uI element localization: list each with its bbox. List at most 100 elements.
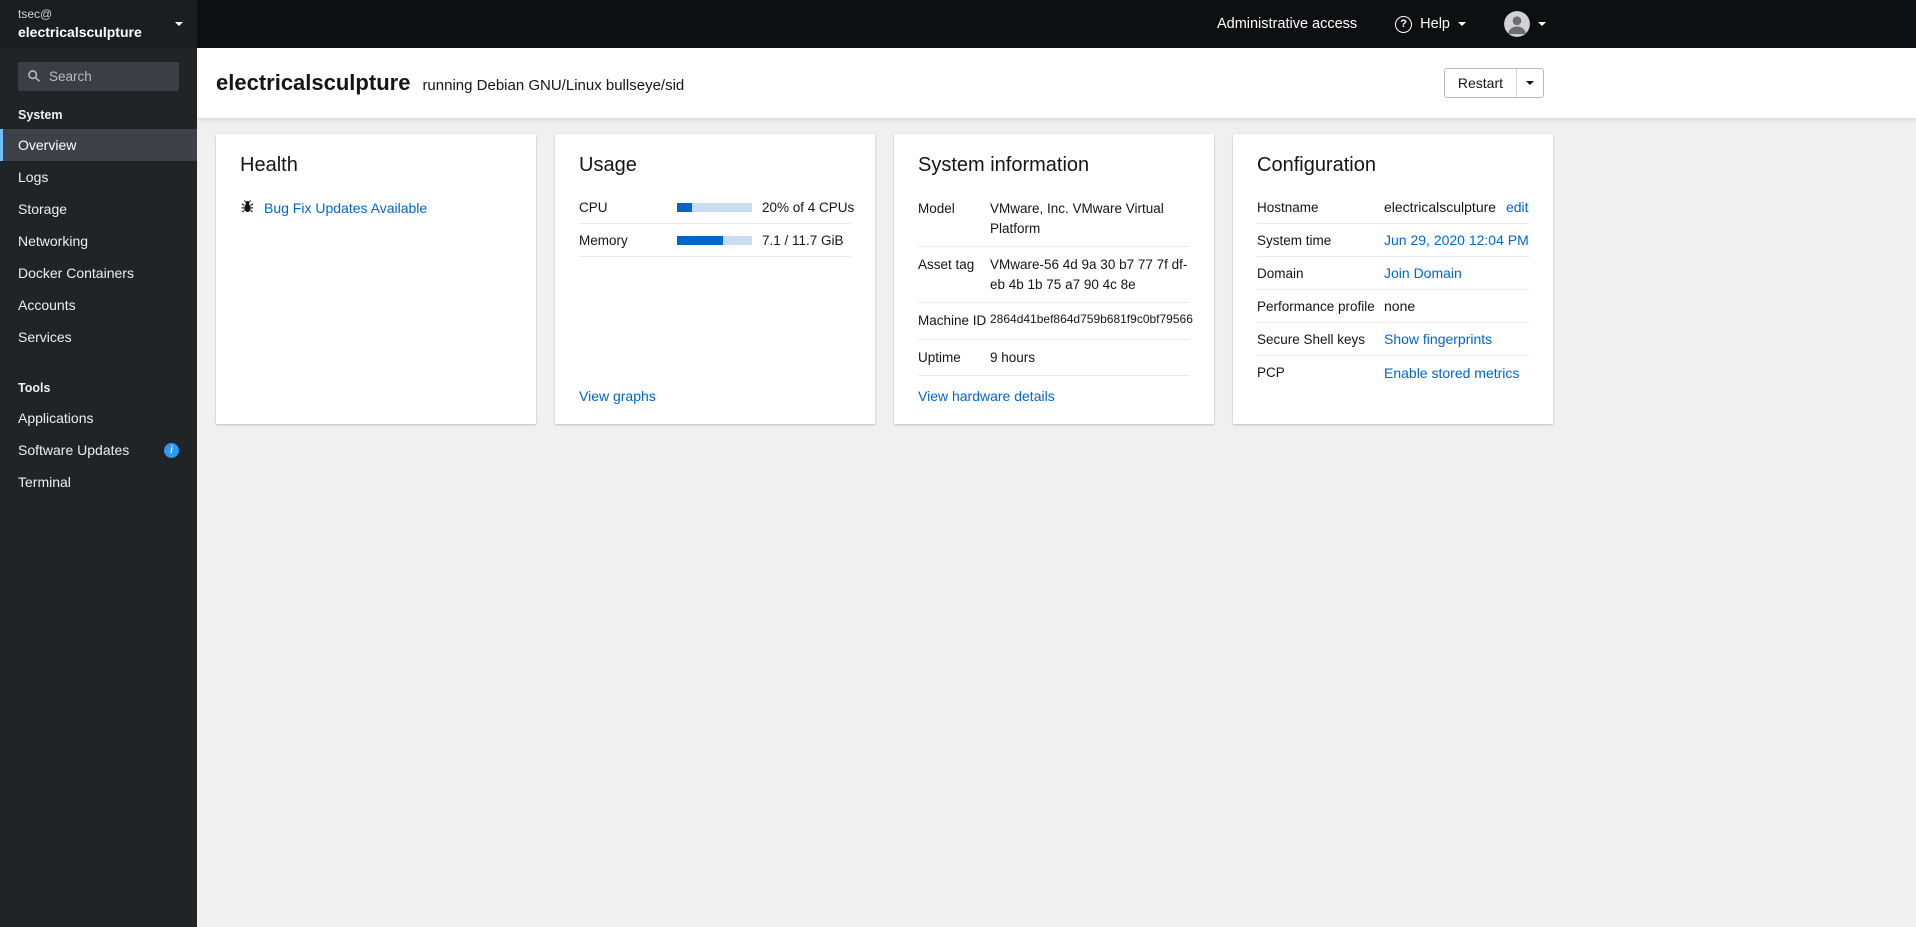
sidebar-search — [18, 62, 179, 91]
page-header: electricalsculpture running Debian GNU/L… — [197, 48, 1916, 118]
brand-user: tsec@ — [18, 7, 53, 22]
masthead: Administrative access ? Help — [197, 0, 1916, 48]
config-row-hostname: Hostname electricalsculpture edit — [1257, 191, 1529, 224]
chevron-down-icon — [1538, 22, 1546, 26]
chevron-down-icon — [1458, 22, 1466, 26]
config-value: Enable stored metrics — [1384, 365, 1529, 381]
restart-button[interactable]: Restart — [1445, 69, 1516, 97]
config-label: Domain — [1257, 265, 1304, 281]
sidebar-item-label: Applications — [18, 410, 94, 426]
user-menu-button[interactable] — [1498, 10, 1552, 38]
config-value: electricalsculpture edit — [1384, 199, 1529, 215]
sysinfo-value: 9 hours — [990, 349, 1036, 365]
card-title: Configuration — [1257, 154, 1376, 176]
config-label: System time — [1257, 232, 1332, 248]
config-label: Secure Shell keys — [1257, 331, 1366, 347]
sidebar-item-services[interactable]: Services — [0, 321, 197, 353]
page-title: electricalsculpture — [216, 70, 411, 95]
config-row-secure-shell-keys: Secure Shell keys Show fingerprints — [1257, 323, 1529, 356]
sysinfo-row-model: Model VMware, Inc. VMware Virtual Platfo… — [918, 191, 1190, 248]
sysinfo-label: Uptime — [918, 349, 961, 365]
sysinfo-label: Asset tag — [918, 257, 975, 273]
sidebar-item-label: Terminal — [18, 474, 71, 490]
overview-content: Health Bug Fix Updates Available Usage C… — [197, 118, 1916, 927]
view-graphs-link[interactable]: View graphs — [579, 388, 656, 404]
usage-card: Usage CPU 20% of 4 CPUs Memory 7.1 / 11.… — [555, 134, 875, 425]
host-switcher[interactable]: tsec@ electricalsculpture — [0, 0, 197, 48]
config-label: Performance profile — [1257, 298, 1375, 314]
memory-progress-bar — [677, 235, 752, 245]
search-icon — [27, 69, 41, 88]
sysinfo-label: Model — [918, 201, 955, 216]
health-update-item: Bug Fix Updates Available — [240, 199, 512, 217]
config-value: Jun 29, 2020 12:04 PM — [1384, 232, 1529, 248]
config-row-system-time: System time Jun 29, 2020 12:04 PM — [1257, 224, 1529, 257]
sidebar-item-storage[interactable]: Storage — [0, 193, 197, 225]
sysinfo-label: Machine ID — [918, 313, 987, 329]
sidebar-item-logs[interactable]: Logs — [0, 161, 197, 193]
restart-dropdown-toggle[interactable] — [1516, 69, 1543, 97]
sidebar-item-label: Services — [18, 329, 72, 345]
sidebar-item-software-updates[interactable]: Software Updates i — [0, 434, 197, 466]
performance-profile-value: none — [1384, 298, 1416, 314]
os-release-text: running Debian GNU/Linux bullseye/sid — [422, 77, 685, 94]
hostname-value: electricalsculpture — [1384, 199, 1497, 215]
config-row-domain: Domain Join Domain — [1257, 257, 1529, 290]
nav-section-tools: Tools — [18, 381, 51, 395]
search-input[interactable] — [18, 62, 179, 91]
system-time-link[interactable]: Jun 29, 2020 12:04 PM — [1384, 232, 1529, 248]
avatar — [1504, 11, 1530, 37]
card-title: Health — [240, 154, 298, 176]
enable-stored-metrics-link[interactable]: Enable stored metrics — [1384, 365, 1519, 381]
host-switcher-text: tsec@ electricalsculpture — [18, 7, 142, 41]
join-domain-link[interactable]: Join Domain — [1384, 265, 1462, 281]
sysinfo-row-uptime: Uptime 9 hours — [918, 340, 1190, 377]
sidebar-item-label: Networking — [18, 233, 89, 249]
configuration-card: Configuration Hostname electricalsculptu… — [1233, 134, 1553, 425]
sidebar: tsec@ electricalsculpture System Overvie… — [0, 0, 197, 927]
health-card: Health Bug Fix Updates Available — [216, 134, 536, 425]
sidebar-item-terminal[interactable]: Terminal — [0, 466, 197, 498]
sidebar-item-label: Docker Containers — [18, 265, 134, 281]
info-icon: i — [164, 442, 179, 458]
sidebar-item-networking[interactable]: Networking — [0, 225, 197, 257]
sysinfo-value: VMware-56 4d 9a 30 b7 77 7f df-eb 4b 1b … — [990, 257, 1188, 292]
administrative-access-button[interactable]: Administrative access — [1211, 15, 1363, 33]
config-value: Join Domain — [1384, 265, 1529, 281]
sidebar-item-label: Storage — [18, 201, 68, 217]
sidebar-item-accounts[interactable]: Accounts — [0, 289, 197, 321]
usage-label: Memory — [579, 232, 628, 248]
sidebar-item-label: Logs — [18, 169, 49, 185]
view-hardware-details-link[interactable]: View hardware details — [918, 388, 1055, 404]
sidebar-item-overview[interactable]: Overview — [0, 129, 197, 161]
bug-fix-updates-link[interactable]: Bug Fix Updates Available — [264, 200, 427, 216]
config-row-pcp: PCP Enable stored metrics — [1257, 356, 1529, 389]
sysinfo-value: 2864d41bef864d759b681f9c0bf79566 — [990, 312, 1193, 327]
config-value: Show fingerprints — [1384, 331, 1529, 347]
sidebar-item-label: Accounts — [18, 297, 76, 313]
usage-row-memory: Memory 7.1 / 11.7 GiB — [579, 224, 851, 257]
card-title: Usage — [579, 154, 637, 176]
chevron-down-icon — [1526, 81, 1534, 85]
config-row-performance-profile: Performance profile none — [1257, 290, 1529, 323]
sidebar-item-applications[interactable]: Applications — [0, 402, 197, 434]
nav-section-system: System — [18, 108, 63, 122]
memory-usage-text: 7.1 / 11.7 GiB — [762, 232, 844, 248]
restart-split-button: Restart — [1443, 68, 1544, 98]
sidebar-item-label: Overview — [18, 137, 77, 153]
administrative-access-label: Administrative access — [1216, 16, 1358, 32]
host-title-row: electricalsculpture running Debian GNU/L… — [216, 70, 684, 96]
chevron-down-icon — [175, 22, 183, 26]
help-label: Help — [1420, 16, 1450, 32]
system-information-card: System information Model VMware, Inc. VM… — [894, 134, 1214, 425]
usage-label: CPU — [579, 199, 608, 215]
card-title: System information — [918, 154, 1090, 176]
sysinfo-row-asset-tag: Asset tag VMware-56 4d 9a 30 b7 77 7f df… — [918, 247, 1190, 304]
sidebar-nav: System Overview Logs Storage Networking … — [0, 93, 197, 498]
bug-icon — [240, 199, 255, 217]
help-menu-button[interactable]: ? Help — [1389, 15, 1472, 34]
edit-hostname-link[interactable]: edit — [1506, 199, 1529, 215]
sidebar-item-docker-containers[interactable]: Docker Containers — [0, 257, 197, 289]
cpu-progress-bar — [677, 202, 752, 212]
show-fingerprints-link[interactable]: Show fingerprints — [1384, 331, 1492, 347]
